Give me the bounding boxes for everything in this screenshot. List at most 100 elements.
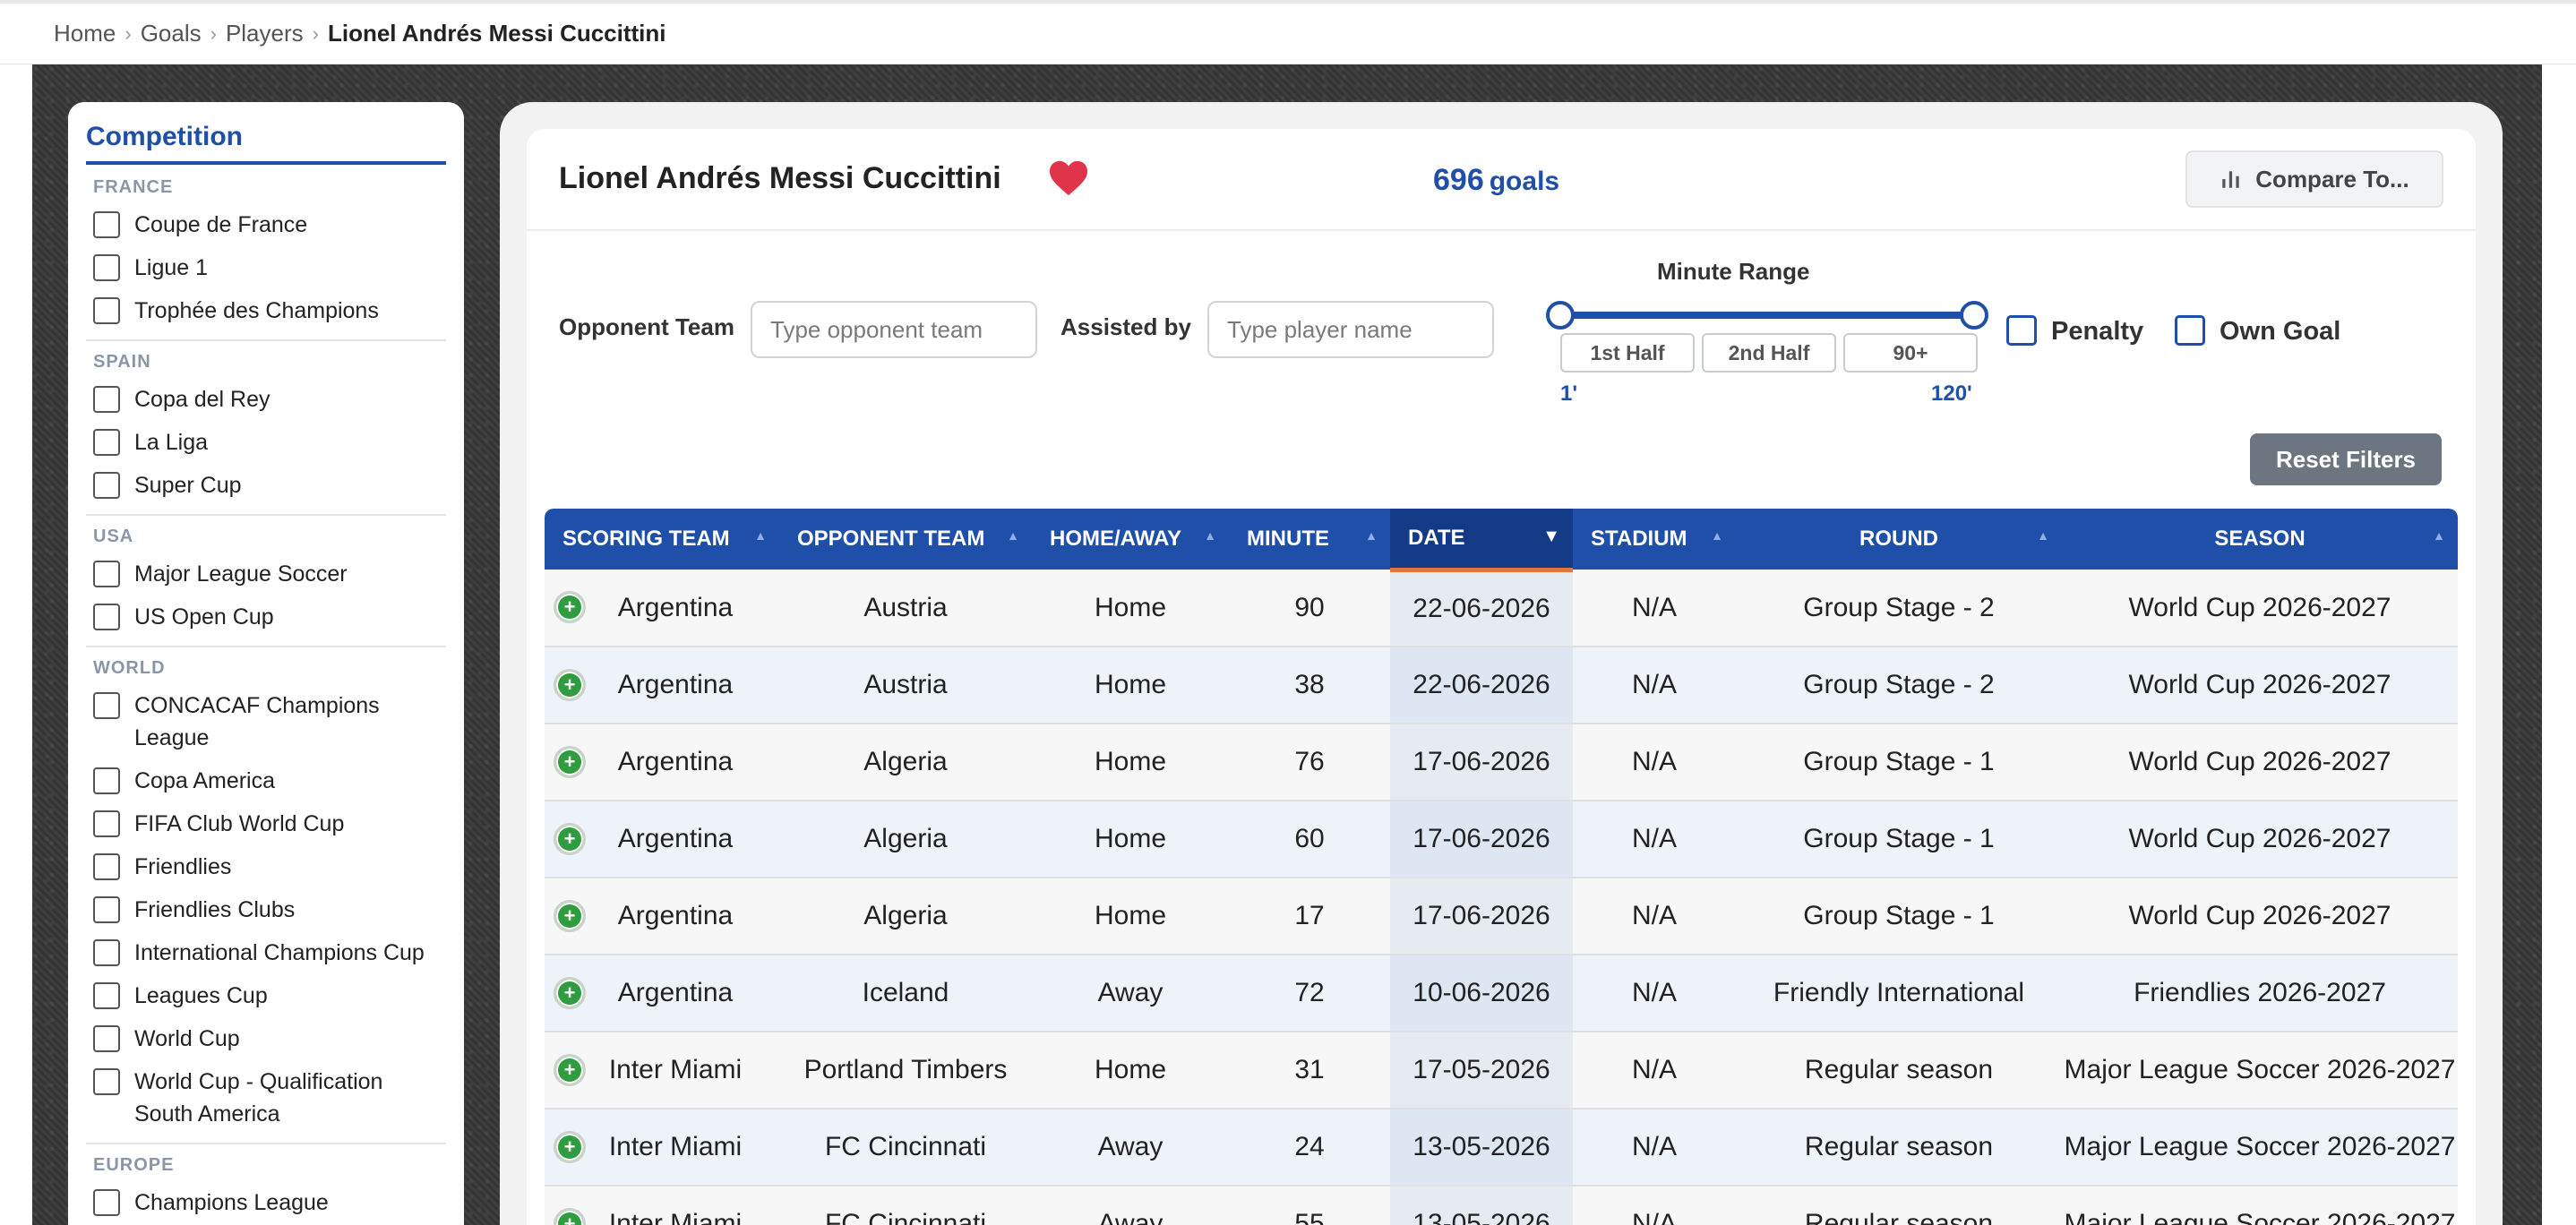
sort-icon[interactable]: ▲ [1711, 528, 1723, 543]
competition-checkbox[interactable] [93, 297, 120, 324]
expand-plus-icon[interactable]: + [554, 746, 586, 778]
competition-option[interactable]: La Liga [86, 421, 446, 464]
competition-option[interactable]: World Cup - Qualification South America [86, 1060, 446, 1135]
column-header-label: OPPONENT TEAM [797, 527, 985, 551]
cell-date: 17-06-2026 [1390, 724, 1573, 801]
table-row[interactable]: + Argentina Algeria Home 17 17-06-2026 N/A Grou… [545, 878, 2458, 955]
expand-plus-icon[interactable]: + [554, 977, 586, 1009]
column-header-round[interactable]: ROUND ▲ [1736, 509, 2062, 570]
column-header-home-away[interactable]: HOME/AWAY ▲ [1032, 509, 1229, 570]
main-panel-frame: Lionel Andrés Messi Cuccittini 696 goals … [500, 102, 2503, 1225]
competition-checkbox[interactable] [93, 810, 120, 837]
competition-checkbox[interactable] [93, 604, 120, 630]
expand-plus-icon[interactable]: + [554, 900, 586, 932]
competition-checkbox[interactable] [93, 896, 120, 923]
competition-option-label: Leagues Cup [134, 983, 268, 1008]
assisted-by-input[interactable] [1207, 301, 1494, 358]
cell-opponent-team: Algeria [779, 801, 1032, 878]
penalty-checkbox[interactable] [2006, 315, 2037, 346]
compare-to-button[interactable]: Compare To... [2185, 150, 2443, 208]
competition-checkbox[interactable] [93, 853, 120, 880]
competition-checkbox[interactable] [93, 386, 120, 413]
table-row[interactable]: + Inter Miami FC Cincinnati Away 55 13-05-202… [545, 1186, 2458, 1225]
column-header-label: HOME/AWAY [1050, 527, 1182, 551]
table-row[interactable]: + Argentina Austria Home 90 22-06-2026 N/A Grou… [545, 570, 2458, 647]
table-row[interactable]: + Argentina Iceland Away 72 10-06-2026 N/A Frie… [545, 955, 2458, 1032]
competition-option[interactable]: CONCACAF Champions League [86, 684, 446, 759]
expand-plus-icon[interactable]: + [554, 591, 586, 623]
competition-checkbox[interactable] [93, 429, 120, 456]
breadcrumb-players[interactable]: Players [226, 20, 304, 47]
column-header-scoring-team[interactable]: SCORING TEAM ▲ [545, 509, 779, 570]
competition-checkbox[interactable] [93, 1025, 120, 1052]
minute-range-title: Minute Range [1657, 258, 1810, 285]
reset-filters-button[interactable]: Reset Filters [2250, 433, 2442, 485]
cell-home-away: Home [1032, 801, 1229, 878]
competition-option[interactable]: Leagues Cup [86, 974, 446, 1017]
expand-plus-icon[interactable]: + [554, 1054, 586, 1086]
column-header-date[interactable]: DATE ▼ [1390, 509, 1573, 572]
competition-checkbox[interactable] [93, 211, 120, 238]
sort-icon[interactable]: ▲ [2037, 528, 2049, 543]
competition-option[interactable]: Ligue 1 [86, 246, 446, 289]
own-goal-checkbox[interactable] [2175, 315, 2205, 346]
stoppage-time-button[interactable]: 90+ [1843, 333, 1978, 373]
minute-range-min-handle[interactable] [1546, 301, 1575, 330]
breadcrumb-goals[interactable]: Goals [141, 20, 202, 47]
competition-checkbox[interactable] [93, 254, 120, 281]
expand-plus-icon[interactable]: + [554, 823, 586, 855]
competition-option[interactable]: World Cup [86, 1017, 446, 1060]
competition-option[interactable]: Friendlies Clubs [86, 888, 446, 931]
competition-option[interactable]: Copa del Rey [86, 378, 446, 421]
first-half-button[interactable]: 1st Half [1560, 333, 1695, 373]
competition-option[interactable]: Champions League [86, 1181, 446, 1224]
breadcrumb-home[interactable]: Home [54, 20, 116, 47]
competition-option-label: World Cup - Qualification South America [134, 1069, 383, 1126]
competition-option[interactable]: Coupe de France [86, 203, 446, 246]
competition-checkbox[interactable] [93, 939, 120, 966]
competition-option-label: US Open Cup [134, 604, 274, 630]
competition-option[interactable]: Trophée des Champions [86, 289, 446, 332]
competition-checkbox[interactable] [93, 1189, 120, 1216]
sort-icon[interactable]: ▲ [1365, 528, 1378, 543]
competition-option[interactable]: Copa America [86, 759, 446, 802]
competition-checkbox[interactable] [93, 472, 120, 499]
competition-checkbox[interactable] [93, 692, 120, 719]
sort-icon[interactable]: ▲ [1007, 528, 1019, 543]
cell-round: Group Stage - 2 [1736, 570, 2062, 647]
expand-plus-icon[interactable]: + [554, 1208, 586, 1225]
competition-checkbox[interactable] [93, 982, 120, 1009]
minute-range-track[interactable] [1558, 312, 1972, 319]
column-header-season[interactable]: SEASON ▲ [2062, 509, 2458, 570]
expand-plus-icon[interactable]: + [554, 1131, 586, 1163]
sort-icon[interactable]: ▲ [754, 528, 767, 543]
competition-checkbox[interactable] [93, 1068, 120, 1095]
column-header-label: SCORING TEAM [562, 527, 730, 551]
competition-option[interactable]: US Open Cup [86, 595, 446, 638]
cell-round: Regular season [1736, 1109, 2062, 1186]
table-row[interactable]: + Argentina Austria Home 38 22-06-2026 N/A Grou… [545, 647, 2458, 724]
column-header-opponent-team[interactable]: OPPONENT TEAM ▲ [779, 509, 1032, 570]
heart-icon[interactable] [1048, 159, 1089, 197]
competition-option[interactable]: FIFA Club World Cup [86, 802, 446, 845]
opponent-team-input[interactable] [751, 301, 1037, 358]
sort-desc-icon[interactable]: ▼ [1542, 527, 1560, 547]
sort-icon[interactable]: ▲ [1204, 528, 1216, 543]
competition-checkbox[interactable] [93, 561, 120, 587]
expand-plus-icon[interactable]: + [554, 669, 586, 701]
column-header-minute[interactable]: MINUTE ▲ [1229, 509, 1390, 570]
minute-range-max-handle[interactable] [1960, 301, 1988, 330]
competition-option[interactable]: Super Cup [86, 464, 446, 507]
sort-icon[interactable]: ▲ [2433, 528, 2445, 543]
table-row[interactable]: + Argentina Algeria Home 76 17-06-2026 N/A Grou… [545, 724, 2458, 801]
competition-checkbox[interactable] [93, 767, 120, 794]
competition-option[interactable]: Friendlies [86, 845, 446, 888]
column-header-stadium[interactable]: STADIUM ▲ [1573, 509, 1736, 570]
table-row[interactable]: + Inter Miami Portland Timbers Home 31 17-05-… [545, 1032, 2458, 1109]
table-row[interactable]: + Inter Miami FC Cincinnati Away 24 13-05-202… [545, 1109, 2458, 1186]
competition-option-label: Copa America [134, 768, 276, 793]
competition-option[interactable]: International Champions Cup [86, 931, 446, 974]
competition-option[interactable]: Major League Soccer [86, 553, 446, 595]
table-row[interactable]: + Argentina Algeria Home 60 17-06-2026 N/A Grou… [545, 801, 2458, 878]
second-half-button[interactable]: 2nd Half [1702, 333, 1836, 373]
